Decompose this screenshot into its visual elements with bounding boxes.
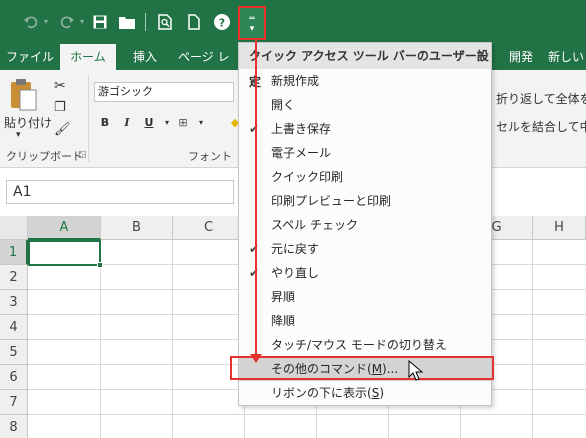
paste-dropdown-icon[interactable]: ▾ bbox=[16, 130, 21, 140]
save-icon[interactable] bbox=[90, 12, 110, 32]
copy-icon[interactable]: ❐ bbox=[54, 100, 66, 115]
new-document-icon[interactable] bbox=[184, 12, 204, 32]
undo-icon[interactable] bbox=[20, 12, 42, 32]
customize-dropdown-icon: ═ ▾ bbox=[249, 14, 255, 34]
help-icon[interactable]: ? bbox=[212, 12, 232, 32]
gridline bbox=[532, 240, 533, 438]
row-header[interactable]: 4 bbox=[0, 315, 28, 340]
cut-icon[interactable]: ✂ bbox=[54, 78, 66, 94]
customize-qat-button[interactable]: ═ ▾ bbox=[238, 6, 266, 40]
row-header[interactable]: 1 bbox=[0, 240, 28, 265]
tab-page-layout[interactable]: ページ レイ bbox=[178, 44, 238, 90]
group-label-font: フォント bbox=[188, 150, 232, 163]
italic-button[interactable]: I bbox=[118, 114, 136, 132]
gridline bbox=[100, 240, 101, 438]
border-icon[interactable]: ⊞ bbox=[174, 114, 192, 132]
menu-item-email[interactable]: 電子メール bbox=[239, 141, 491, 165]
mouse-pointer-icon bbox=[408, 359, 424, 382]
menu-item-undo[interactable]: ✔ 元に戻す bbox=[239, 237, 491, 261]
menu-item-sort-ascending[interactable]: 昇順 bbox=[239, 285, 491, 309]
row-header[interactable]: 7 bbox=[0, 390, 28, 415]
row-header[interactable]: 8 bbox=[0, 415, 28, 438]
column-header[interactable]: A bbox=[28, 216, 101, 240]
annotation-highlight-box bbox=[230, 356, 494, 380]
redo-dropdown-icon[interactable]: ▾ bbox=[78, 12, 86, 32]
menu-item-print-preview[interactable]: 印刷プレビューと印刷 bbox=[239, 189, 491, 213]
underline-button[interactable]: U bbox=[140, 114, 158, 132]
format-painter-icon[interactable]: 🖌 bbox=[54, 122, 71, 137]
select-all-corner[interactable] bbox=[0, 216, 28, 240]
group-separator bbox=[88, 76, 89, 162]
menu-item-open[interactable]: 開く bbox=[239, 93, 491, 117]
gridline bbox=[28, 414, 586, 415]
row-header[interactable]: 5 bbox=[0, 340, 28, 365]
annotation-arrow-line bbox=[255, 40, 257, 358]
tab-developer[interactable]: 開発 bbox=[500, 44, 542, 70]
menu-item-touch-mode[interactable]: タッチ/マウス モードの切り替え bbox=[239, 333, 491, 357]
group-label-clipboard: クリップボード bbox=[6, 150, 83, 163]
open-folder-icon[interactable] bbox=[116, 12, 138, 32]
column-header[interactable]: H bbox=[533, 216, 586, 240]
row-header[interactable]: 3 bbox=[0, 290, 28, 315]
column-header[interactable]: B bbox=[101, 216, 173, 240]
row-header[interactable]: 2 bbox=[0, 265, 28, 290]
menu-item-new[interactable]: ✔ 新規作成 bbox=[239, 69, 491, 93]
border-dropdown-icon[interactable]: ▾ bbox=[192, 114, 210, 132]
menu-item-redo[interactable]: ✔ やり直し bbox=[239, 261, 491, 285]
menu-item-spelling[interactable]: スペル チェック bbox=[239, 213, 491, 237]
menu-title: クイック アクセス ツール バーのユーザー設定 bbox=[239, 43, 491, 89]
font-name-box[interactable]: 游ゴシック bbox=[94, 82, 234, 102]
menu-item-show-below-ribbon[interactable]: リボンの下に表示(S) bbox=[239, 381, 491, 405]
check-icon: ✔ bbox=[248, 122, 260, 136]
tab-file[interactable]: ファイル bbox=[4, 44, 56, 70]
tab-insert[interactable]: 挿入 bbox=[122, 44, 168, 70]
paste-button[interactable]: 貼り付け bbox=[4, 114, 52, 131]
active-cell-a1[interactable] bbox=[28, 240, 101, 266]
check-icon: ✔ bbox=[248, 242, 260, 256]
column-header[interactable]: C bbox=[173, 216, 245, 240]
check-icon: ✔ bbox=[248, 74, 260, 88]
menu-item-quick-print[interactable]: クイック印刷 bbox=[239, 165, 491, 189]
title-bar: ▾ ▾ ? bbox=[0, 0, 586, 44]
name-box[interactable]: A1 bbox=[6, 180, 234, 204]
bold-button[interactable]: B bbox=[96, 114, 114, 132]
check-icon: ✔ bbox=[248, 266, 260, 280]
qat-separator bbox=[145, 13, 146, 31]
print-preview-icon[interactable] bbox=[154, 12, 176, 32]
merge-center-button[interactable]: セルを結合して中央 bbox=[496, 118, 586, 135]
gridline bbox=[172, 240, 173, 438]
customize-qat-menu: クイック アクセス ツール バーのユーザー設定 ✔新規作成 開く ✔上書き保存 … bbox=[238, 42, 492, 406]
clipboard-launcher-icon[interactable]: ◲ bbox=[78, 150, 87, 160]
tab-home[interactable]: ホーム bbox=[60, 44, 116, 70]
tab-new[interactable]: 新しい bbox=[548, 44, 586, 70]
svg-text:?: ? bbox=[219, 17, 225, 30]
fill-handle[interactable] bbox=[97, 262, 103, 268]
menu-item-save[interactable]: ✔ 上書き保存 bbox=[239, 117, 491, 141]
row-header[interactable]: 6 bbox=[0, 365, 28, 390]
wrap-text-button[interactable]: 折り返して全体を表 bbox=[496, 90, 586, 107]
menu-item-sort-descending[interactable]: 降順 bbox=[239, 309, 491, 333]
paste-icon[interactable] bbox=[8, 78, 44, 112]
redo-icon[interactable] bbox=[56, 12, 78, 32]
undo-dropdown-icon[interactable]: ▾ bbox=[42, 12, 50, 32]
